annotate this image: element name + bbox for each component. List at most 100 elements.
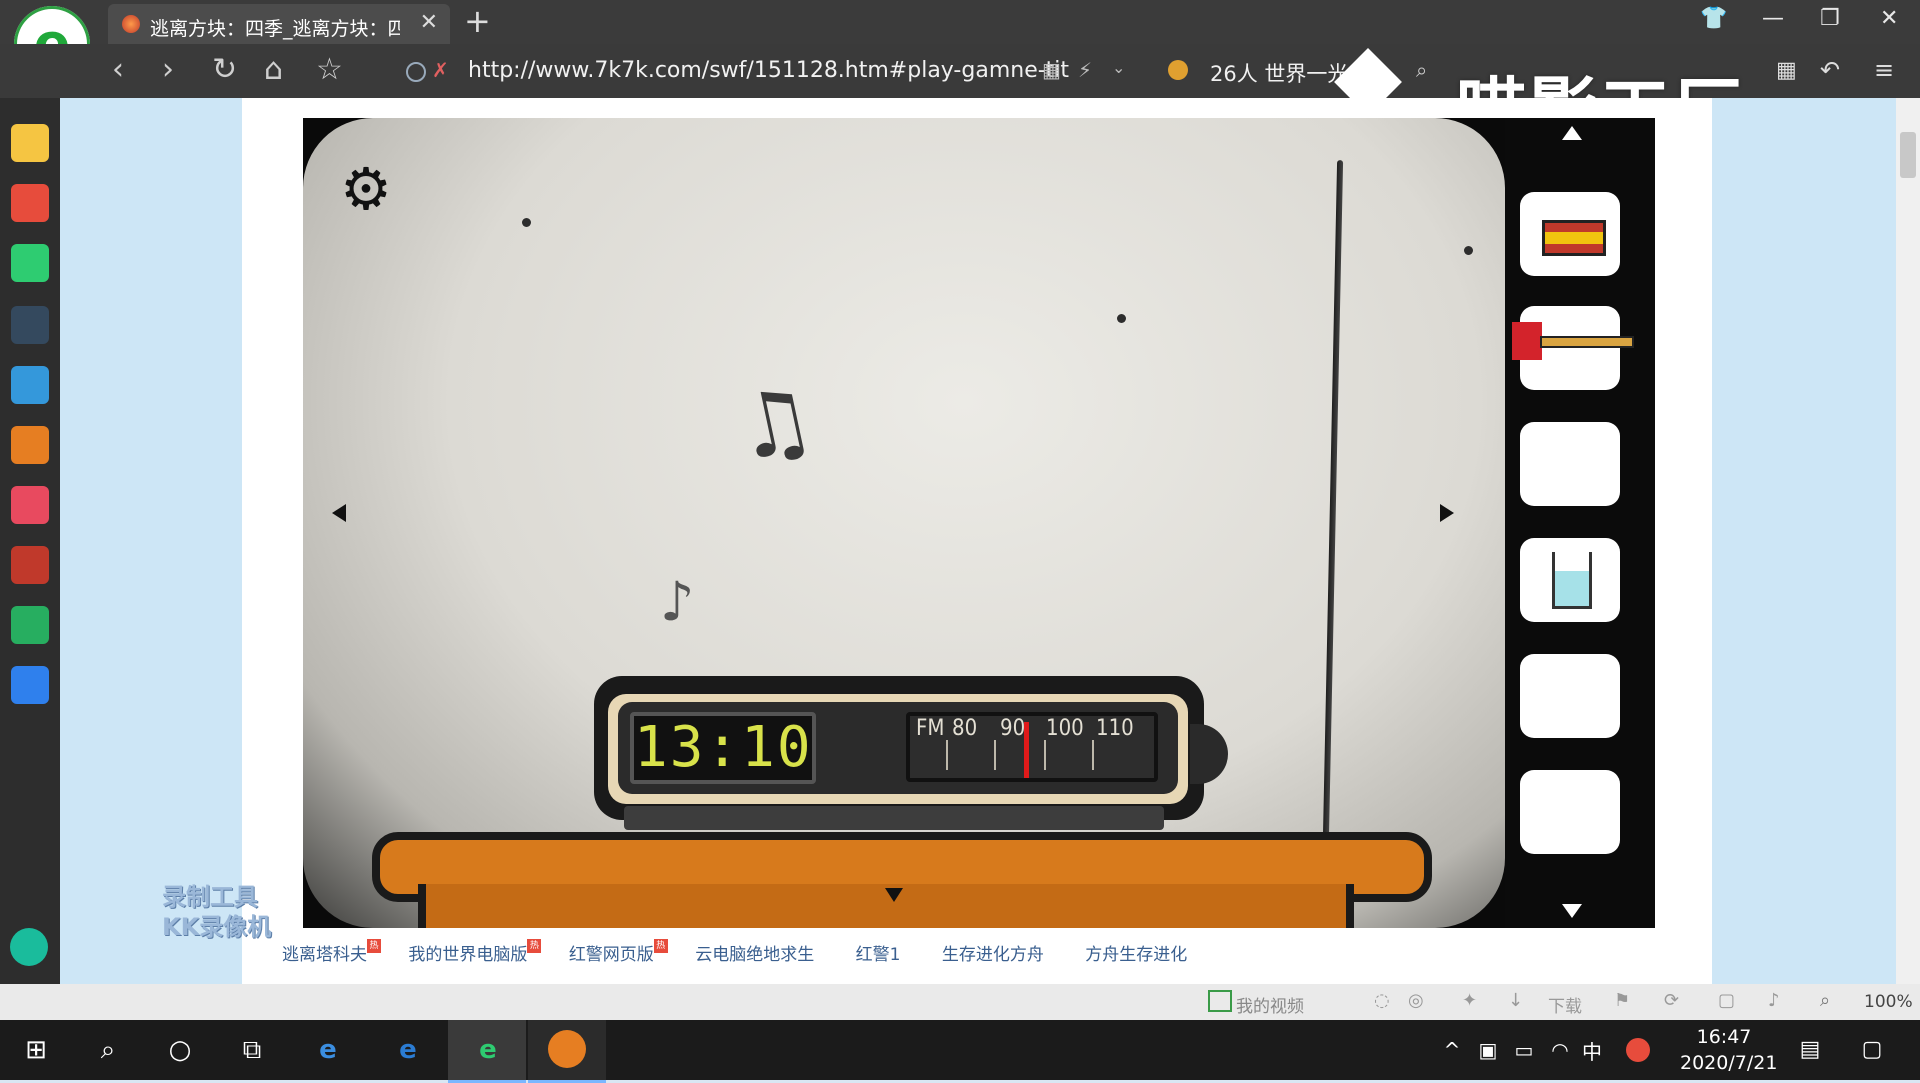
link-item[interactable]: 红警1 <box>856 945 901 965</box>
window-icon[interactable]: ▢ <box>1718 990 1735 1011</box>
sogou-icon[interactable] <box>1626 1038 1650 1062</box>
menu-icon[interactable]: ≡ <box>1874 56 1894 84</box>
link-item[interactable]: 红警网页版热 <box>568 939 668 965</box>
action-center-icon[interactable]: ▢ <box>1850 1030 1894 1070</box>
flag-icon[interactable]: ⚑ <box>1614 990 1630 1011</box>
browser-tab[interactable]: 逃离方块：四季_逃离方块：四 ✕ <box>108 4 450 44</box>
lightning-icon[interactable]: ⚡ <box>1078 58 1092 82</box>
skin-icon[interactable]: 👕 <box>1700 6 1727 31</box>
refresh-icon[interactable]: ↻ <box>212 52 237 87</box>
dropdown-chevron-icon[interactable]: ⌄ <box>1112 58 1125 77</box>
minimize-icon[interactable]: — <box>1762 6 1784 31</box>
task-view-icon[interactable]: ⧉ <box>230 1030 274 1070</box>
inventory-up-arrow-icon[interactable] <box>1562 126 1582 140</box>
axe-head-icon <box>1512 322 1542 360</box>
tab-close-icon[interactable]: ✕ <box>420 10 438 35</box>
grid-apps-icon[interactable]: ▦ <box>1776 58 1797 83</box>
recorder-watermark-line2: KK录像机 <box>162 913 272 941</box>
hot-badge-icon: 热 <box>653 939 668 953</box>
scene-right-arrow-icon[interactable] <box>1440 504 1454 522</box>
ie-icon[interactable]: e <box>306 1030 350 1070</box>
cortana-icon[interactable]: ○ <box>158 1030 202 1070</box>
my-video-link[interactable]: 我的视频 <box>1236 992 1304 1017</box>
link-item[interactable]: 我的世界电脑版热 <box>408 939 542 965</box>
link-label: 逃离塔科夫 <box>282 945 367 965</box>
home-icon[interactable]: ⌂ <box>264 52 283 87</box>
scene-down-arrow-icon[interactable] <box>885 888 903 902</box>
tuner-tick <box>946 740 948 770</box>
sidebar-word-icon[interactable] <box>11 366 49 404</box>
feedback-icon[interactable]: ◌ <box>1374 990 1390 1011</box>
no-privacy-icon[interactable]: ✗ <box>432 58 449 82</box>
vertical-scrollbar[interactable] <box>1896 98 1920 984</box>
inventory-down-arrow-icon[interactable] <box>1562 904 1582 918</box>
wall-dot <box>522 218 531 227</box>
search-icon[interactable]: ⌕ <box>1416 58 1427 82</box>
link-label: 红警网页版 <box>568 945 654 965</box>
window-close-icon[interactable]: ✕ <box>1880 6 1898 31</box>
link-item[interactable]: 方舟生存进化 <box>1085 945 1187 965</box>
game-center-icon[interactable] <box>1168 60 1188 80</box>
back-icon[interactable]: ‹ <box>112 52 124 87</box>
video-icon[interactable] <box>1208 990 1232 1012</box>
sidebar-game-icon[interactable] <box>11 546 49 584</box>
download-label[interactable]: 下载 <box>1548 992 1582 1017</box>
tuner-tick <box>994 740 996 770</box>
sidebar-shop-icon[interactable] <box>11 486 49 524</box>
wall-dot <box>1117 314 1126 323</box>
link-item[interactable]: 逃离塔科夫热 <box>282 939 381 965</box>
favorite-star-icon[interactable]: ☆ <box>316 52 343 87</box>
hot-badge-icon: 热 <box>527 939 542 953</box>
pin-icon[interactable]: ✦ <box>1462 990 1477 1011</box>
restore-icon[interactable]: ❐ <box>1820 6 1840 31</box>
inventory-slot[interactable] <box>1520 654 1620 738</box>
inventory-slot[interactable] <box>1520 538 1620 622</box>
sidebar-mail-icon[interactable] <box>11 244 49 282</box>
download-icon[interactable]: ↓ <box>1508 990 1523 1011</box>
forward-icon[interactable]: › <box>162 52 174 87</box>
address-bar[interactable]: http://www.7k7k.com/swf/151128.htm#play-… <box>468 58 1069 83</box>
sync-icon[interactable]: ⟳ <box>1664 990 1679 1011</box>
browser-taskbar-icon: e <box>479 1035 497 1065</box>
wifi-icon[interactable]: ◠ <box>1538 1030 1582 1070</box>
taskbar-search-icon[interactable]: ⌕ <box>86 1030 130 1070</box>
start-icon[interactable]: ⊞ <box>14 1030 58 1070</box>
tab-favicon-icon <box>122 15 140 33</box>
inventory-slot[interactable] <box>1520 770 1620 854</box>
sidebar-pan-icon[interactable] <box>11 666 49 704</box>
new-tab-button[interactable]: + <box>464 2 491 40</box>
clock-radio-base <box>624 806 1164 830</box>
sidebar-news-icon[interactable] <box>11 306 49 344</box>
link-item[interactable]: 生存进化方舟 <box>942 945 1044 965</box>
status-bar <box>0 984 1920 1020</box>
sidebar-add-icon[interactable] <box>10 928 48 966</box>
tuner-label: FM <box>916 716 945 741</box>
tray-time: 16:47 <box>1696 1026 1752 1048</box>
inventory-slot[interactable] <box>1512 306 1634 390</box>
scene-left-arrow-icon[interactable] <box>332 504 346 522</box>
qr-icon[interactable]: ▦ <box>1042 58 1061 82</box>
security-icon[interactable] <box>406 62 426 82</box>
inventory-slot[interactable] <box>1520 422 1620 506</box>
ime-indicator[interactable]: 中 <box>1582 1036 1602 1065</box>
zoom-icon[interactable]: ⌕ <box>1820 990 1830 1011</box>
clock-tray[interactable]: 16:47 2020/7/21 <box>1680 1024 1777 1076</box>
volume-icon[interactable]: ♪ <box>1768 990 1780 1011</box>
speed-icon[interactable]: ◎ <box>1408 990 1424 1011</box>
notification-icon[interactable]: ▤ <box>1788 1030 1832 1070</box>
sidebar-novel-icon[interactable] <box>11 426 49 464</box>
sidebar-weibo-icon[interactable] <box>11 184 49 222</box>
settings-gear-icon[interactable]: ⚙ <box>340 160 392 218</box>
zoom-level[interactable]: 100% <box>1864 992 1913 1012</box>
scrollbar-thumb[interactable] <box>1900 132 1916 178</box>
clock-display[interactable]: 13:10 <box>630 712 816 784</box>
edge-icon[interactable]: e <box>386 1030 430 1070</box>
sidebar-favorites-icon[interactable] <box>11 124 49 162</box>
undo-icon[interactable]: ↶ <box>1820 56 1840 84</box>
tuner-label: 90 <box>1000 716 1026 741</box>
sidebar <box>0 98 60 984</box>
link-label: 我的世界电脑版 <box>408 945 528 965</box>
sidebar-game2-icon[interactable] <box>11 606 49 644</box>
link-item[interactable]: 云电脑绝地求生 <box>695 945 814 965</box>
inventory-slot[interactable] <box>1520 192 1620 276</box>
